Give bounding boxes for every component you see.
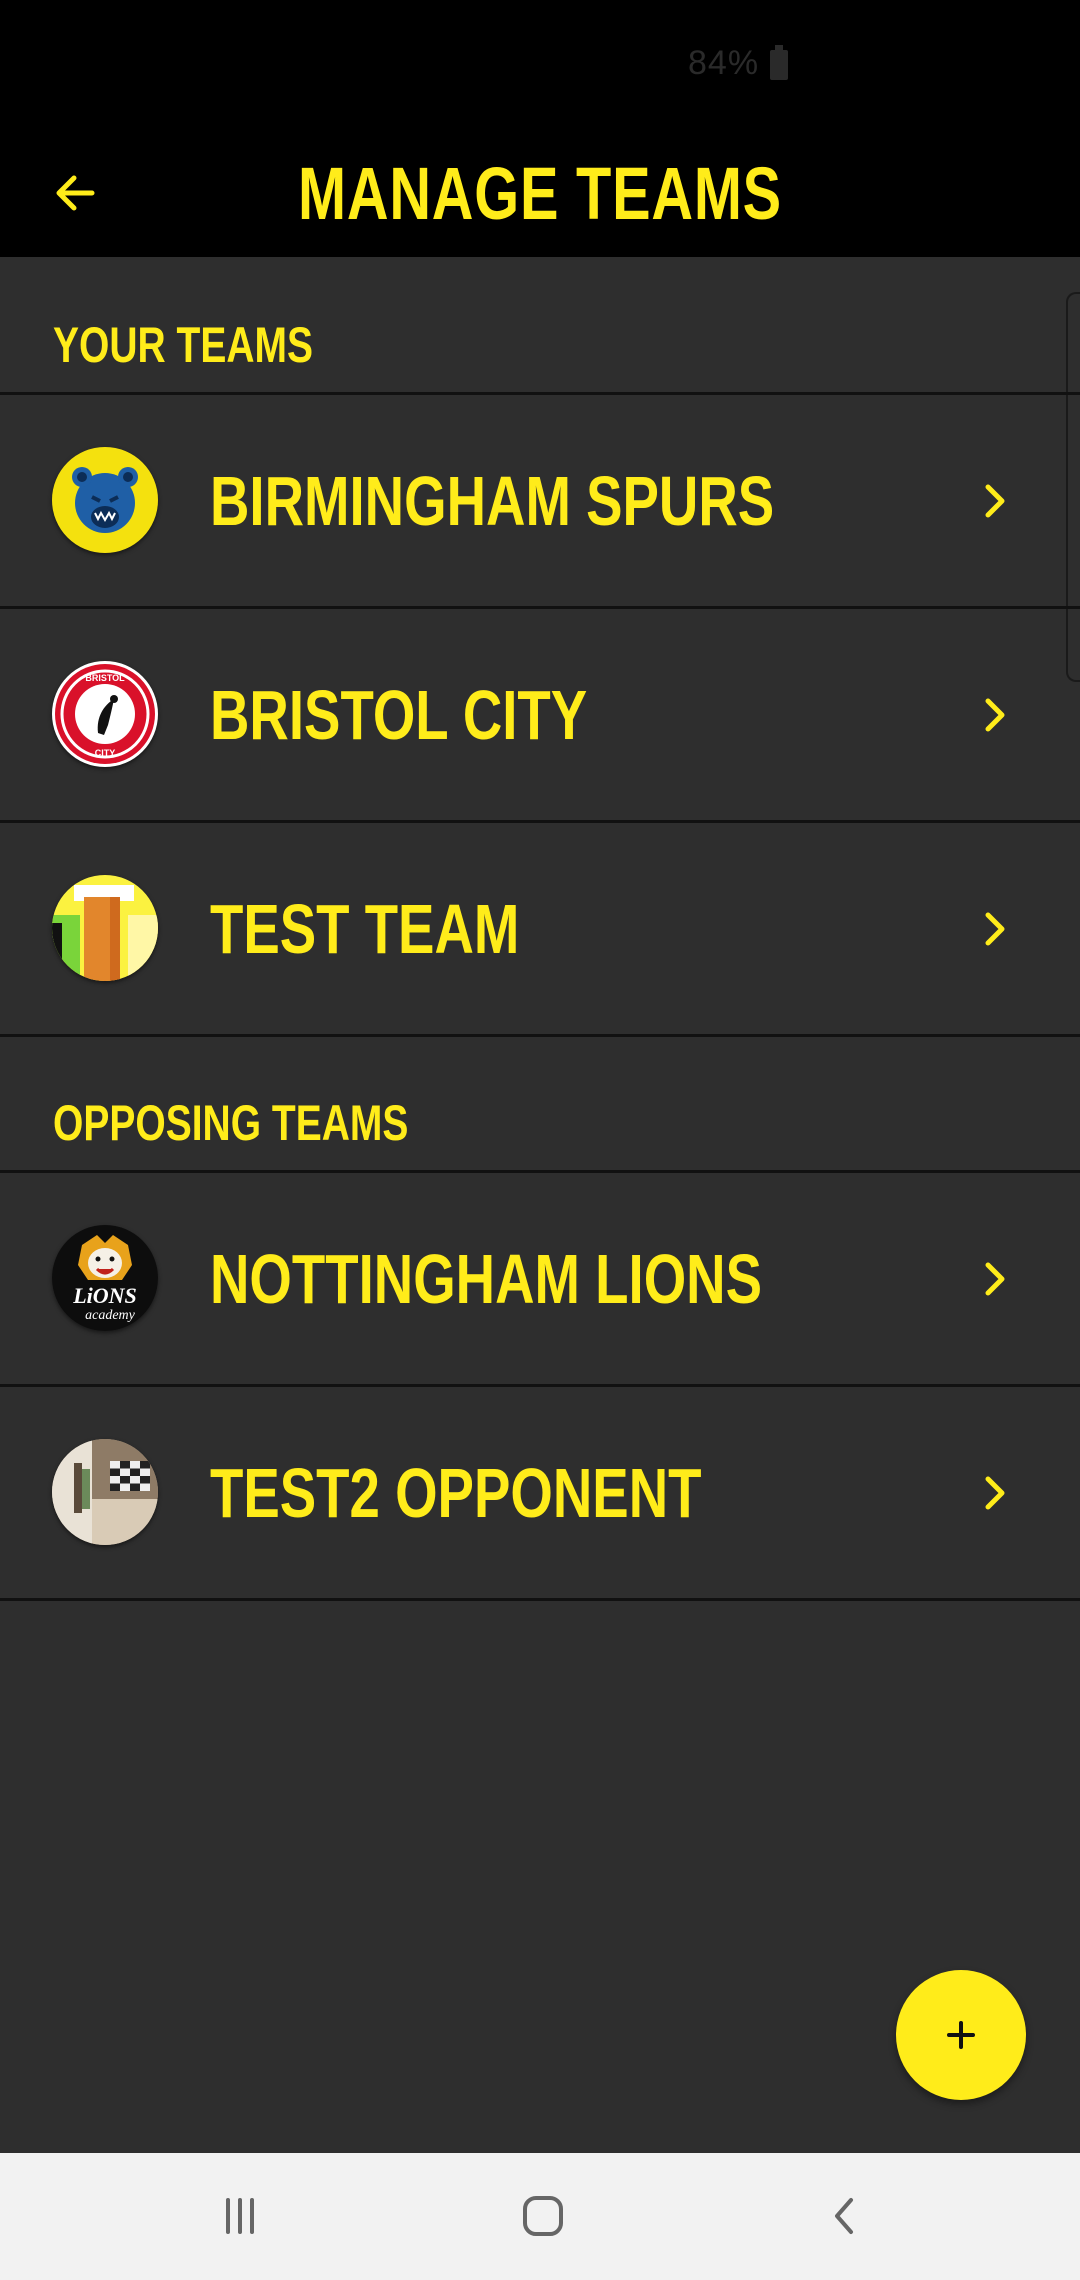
team-row-nottingham-lions[interactable]: LiONS academy NOTTINGHAM LIONS [0,1173,1080,1387]
status-bar: 84% [0,0,1080,130]
team-name: BIRMINGHAM SPURS [210,461,775,540]
battery-icon [770,45,788,80]
svg-text:BRISTOL: BRISTOL [85,673,125,683]
back-icon [835,2198,853,2234]
blue-bear-logo-icon [52,447,158,553]
team-name: NOTTINGHAM LIONS [210,1239,763,1318]
recents-icon [226,2198,254,2234]
add-team-button[interactable] [896,1970,1026,2100]
battery-level: 84% [688,44,760,82]
plus-icon [947,2021,975,2049]
test-team-image-icon [52,875,158,981]
section-title: YOUR TEAMS [53,317,314,373]
system-nav-bar [0,2153,1080,2280]
team-row-birmingham-spurs[interactable]: BIRMINGHAM SPURS [0,395,1080,609]
team-avatar: LiONS academy [52,1225,158,1331]
team-avatar: BRISTOL CITY [52,661,158,767]
chevron-right-icon [985,698,1005,732]
room-photo-icon [52,1439,158,1545]
section-header-opposing-teams: OPPOSING TEAMS [0,1037,1080,1173]
team-avatar [52,1439,158,1545]
lions-academy-logo-icon: LiONS academy [52,1225,158,1331]
team-row-bristol-city[interactable]: BRISTOL CITY BRISTOL CITY [0,609,1080,823]
section-header-your-teams: YOUR TEAMS [0,257,1080,395]
team-row-test2-opponent[interactable]: TEST2 OPPONENT [0,1387,1080,1601]
recents-button[interactable] [200,2181,280,2251]
team-avatar [52,875,158,981]
bristol-city-crest-icon: BRISTOL CITY [52,661,158,767]
app-header: MANAGE TEAMS [0,130,1080,257]
chevron-right-icon [985,1262,1005,1296]
nav-back-button[interactable] [805,2181,885,2251]
svg-text:academy: academy [85,1308,136,1323]
team-avatar [52,447,158,553]
team-name: BRISTOL CITY [210,675,588,754]
back-button[interactable] [40,158,110,228]
team-row-test-team[interactable]: TEST TEAM [0,823,1080,1037]
svg-text:LiONS: LiONS [72,1283,137,1308]
team-name: TEST2 OPPONENT [210,1453,702,1532]
home-button[interactable] [503,2181,583,2251]
chevron-right-icon [985,484,1005,518]
chevron-right-icon [985,1476,1005,1510]
page-title: MANAGE TEAMS [298,152,782,235]
chevron-right-icon [985,912,1005,946]
section-title: OPPOSING TEAMS [53,1095,409,1151]
home-icon [523,2196,563,2236]
team-name: TEST TEAM [210,889,520,968]
arrow-left-icon [56,175,95,211]
svg-text:CITY: CITY [95,748,116,758]
